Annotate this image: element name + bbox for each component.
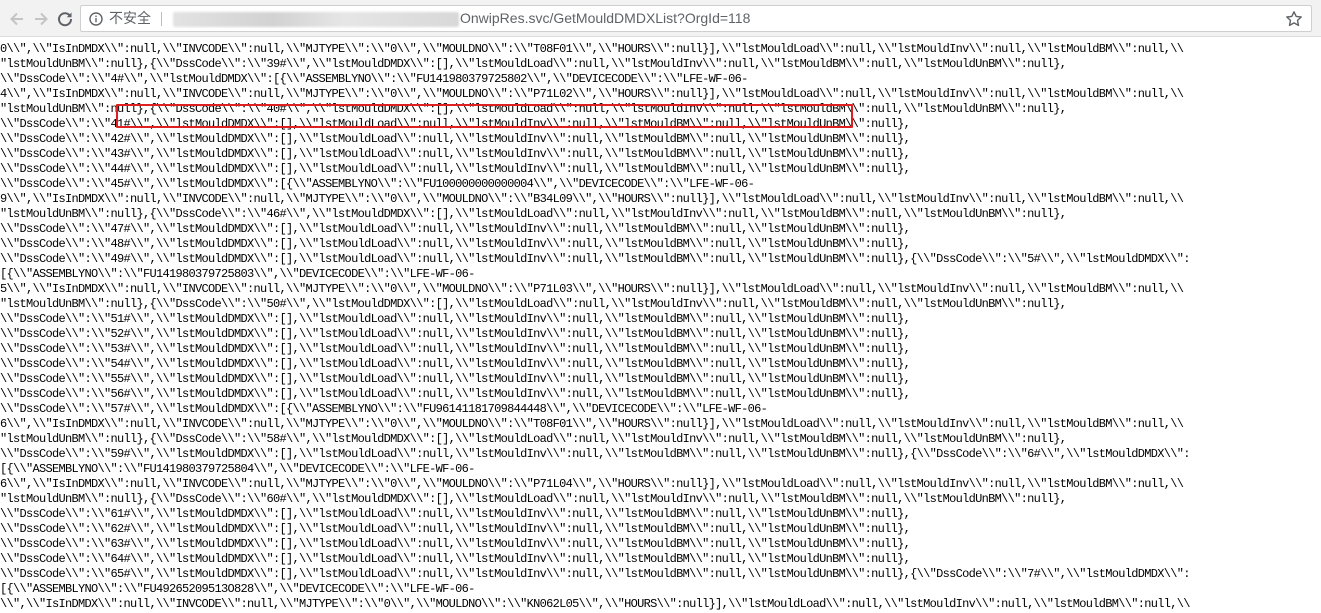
code-line: [{\\"ASSEMBLYNO\\":\\"FU141980379725803\… — [0, 267, 475, 281]
back-arrow-icon — [10, 12, 23, 26]
code-line: \\"DssCode\\":\\"48#\\",\\"lstMouldDMDX\… — [0, 237, 911, 251]
code-line: [{\\"ASSEMBLYNO\\":\\"FU49265209513O828\… — [0, 582, 475, 596]
code-line: "lstMouldUnBM\\":null},{\\"DssCode\\":\\… — [0, 57, 1067, 71]
forward-arrow-icon — [35, 12, 48, 26]
code-line: 0\\",\\"IsInDMDX\\":null,\\"INVCODE\\":n… — [0, 42, 1184, 56]
info-icon[interactable] — [89, 12, 103, 26]
code-line: 5\\",\\"IsInDMDX\\":null,\\"INVCODE\\":n… — [0, 282, 1184, 296]
code-line: 4\\",\\"IsInDMDX\\":null,\\"INVCODE\\":n… — [0, 87, 1184, 101]
code-line: \\"DssCode\\":\\"53#\\",\\"lstMouldDMDX\… — [0, 342, 911, 356]
code-line: \\"DssCode\\":\\"52#\\",\\"lstMouldDMDX\… — [0, 327, 911, 341]
back-button[interactable] — [4, 6, 30, 32]
code-line: \\"DssCode\\":\\"54#\\",\\"lstMouldDMDX\… — [0, 357, 911, 371]
code-line: \\",\\"IsInDMDX\\":null,\\"INVCODE\\":nu… — [0, 597, 1190, 611]
code-line: "lstMouldUnBM\\":null},{\\"DssCode\\":\\… — [0, 492, 1067, 506]
code-line: "lstMouldUnBM\\":null},{\\"DssCode\\":\\… — [0, 207, 1067, 221]
code-line: \\"DssCode\\":\\"62#\\",\\"lstMouldDMDX\… — [0, 522, 911, 536]
code-line: \\"DssCode\\":\\"45#\\",\\"lstMouldDMDX\… — [0, 177, 755, 191]
code-line: \\"DssCode\\":\\"63#\\",\\"lstMouldDMDX\… — [0, 537, 911, 551]
code-line: \\"DssCode\\":\\"64#\\",\\"lstMouldDMDX\… — [0, 552, 911, 566]
bookmark-star-icon[interactable] — [1285, 10, 1303, 28]
separator — [161, 12, 162, 26]
security-label[interactable]: 不安全 — [109, 6, 151, 31]
page-content: 0\\",\\"IsInDMDX\\":null,\\"INVCODE\\":n… — [0, 37, 1321, 613]
code-line: \\"DssCode\\":\\"55#\\",\\"lstMouldDMDX\… — [0, 372, 911, 386]
code-line: \\"DssCode\\":\\"65#\\",\\"lstMouldDMDX\… — [0, 567, 1190, 581]
code-line: \\"DssCode\\":\\"51#\\",\\"lstMouldDMDX\… — [0, 312, 911, 326]
code-line: \\"DssCode\\":\\"61#\\",\\"lstMouldDMDX\… — [0, 507, 911, 521]
code-line: \\"DssCode\\":\\"43#\\",\\"lstMouldDMDX\… — [0, 147, 911, 161]
reload-icon — [58, 12, 73, 27]
code-line: \\"DssCode\\":\\"47#\\",\\"lstMouldDMDX\… — [0, 222, 911, 236]
code-line: [{\\"ASSEMBLYNO\\":\\"FU141980379725804\… — [0, 462, 475, 476]
code-line: \\"DssCode\\":\\"49#\\",\\"lstMouldDMDX\… — [0, 252, 1190, 266]
code-line: 6\\",\\"IsInDMDX\\":null,\\"INVCODE\\":n… — [0, 477, 1184, 491]
code-line: 6\\",\\"IsInDMDX\\":null,\\"INVCODE\\":n… — [0, 417, 1184, 431]
forward-button[interactable] — [28, 6, 54, 32]
browser-toolbar: 不安全 OnwipRes.svc/GetMouldDMDXList?OrgId=… — [0, 0, 1321, 37]
code-line: \\"DssCode\\":\\"57#\\",\\"lstMouldDMDX\… — [0, 402, 768, 416]
code-line: "lstMouldUnBM\\":null},{\\"DssCode\\":\\… — [0, 432, 1067, 446]
address-bar[interactable]: 不安全 OnwipRes.svc/GetMouldDMDXList?OrgId=… — [80, 5, 1312, 32]
code-line: \\"DssCode\\":\\"42#\\",\\"lstMouldDMDX\… — [0, 132, 911, 146]
code-line: \\"DssCode\\":\\"56#\\",\\"lstMouldDMDX\… — [0, 387, 911, 401]
code-line: "lstMouldUnBM\\":null},{\\"DssCode\\":\\… — [0, 297, 1067, 311]
redacted-host — [173, 12, 459, 27]
code-line: \\"DssCode\\":\\"59#\\",\\"lstMouldDMDX\… — [0, 447, 1190, 461]
code-line: 9\\",\\"IsInDMDX\\":null,\\"INVCODE\\":n… — [0, 192, 1184, 206]
code-line: \\"DssCode\\":\\"4#\\",\\"lstMouldDMDX\\… — [0, 72, 748, 86]
reload-button[interactable] — [52, 6, 78, 32]
code-line: \\"DssCode\\":\\"44#\\",\\"lstMouldDMDX\… — [0, 162, 911, 176]
url-text[interactable]: OnwipRes.svc/GetMouldDMDXList?OrgId=118 — [460, 6, 750, 31]
highlight-box — [116, 104, 853, 128]
